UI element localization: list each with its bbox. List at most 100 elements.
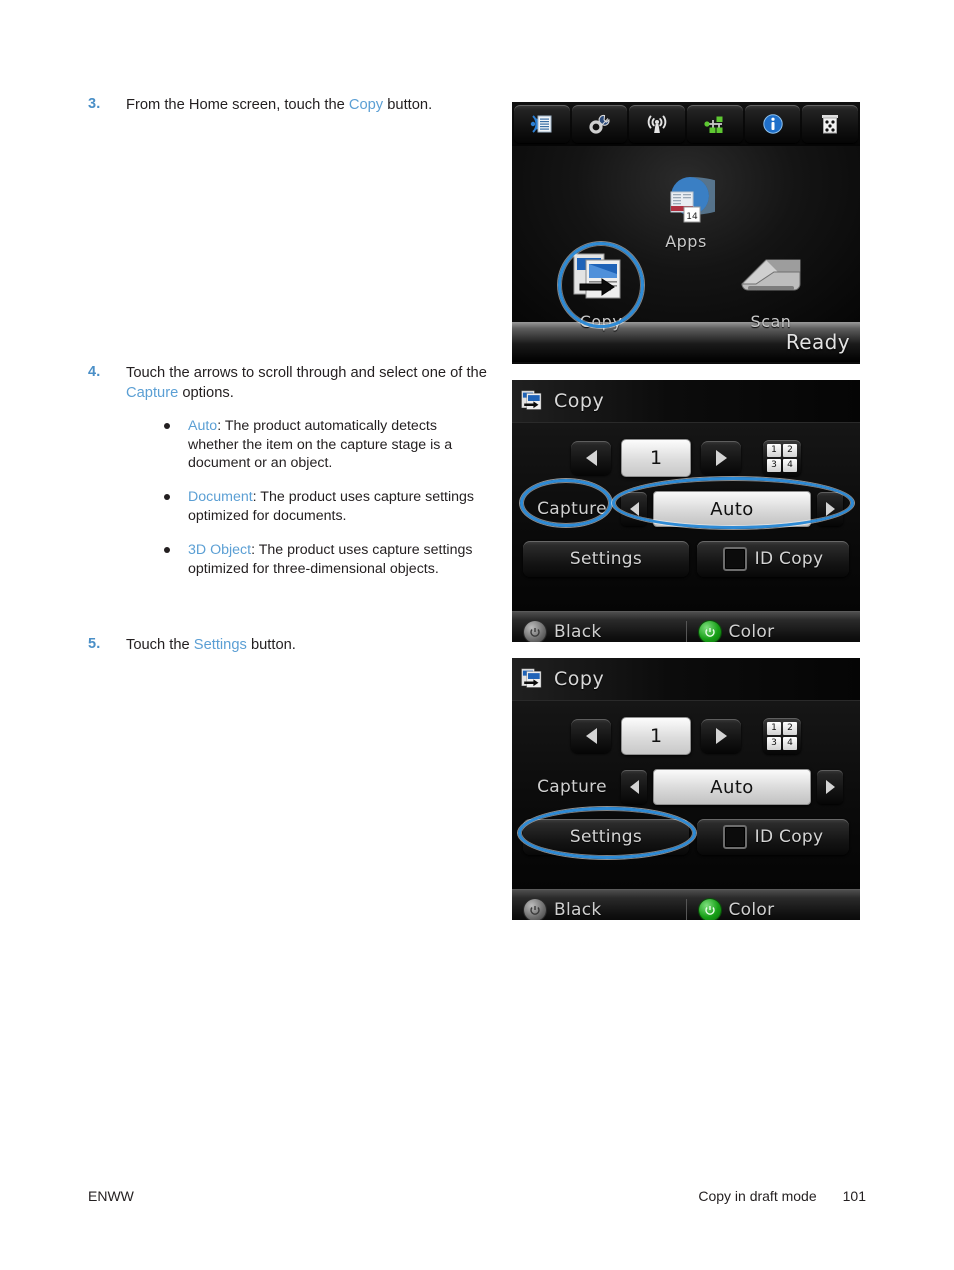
bullet-dot-icon bbox=[164, 423, 170, 430]
step-5-text-before: Touch the bbox=[126, 637, 194, 653]
home-tile-copy[interactable]: Copy bbox=[549, 242, 653, 331]
collate-cell: 3 bbox=[767, 459, 781, 472]
home-toolbar bbox=[512, 102, 860, 146]
collate-icon[interactable]: 1 2 3 4 bbox=[763, 440, 801, 476]
copy-screen-header: Copy bbox=[512, 380, 860, 423]
highlight-ring-copy bbox=[558, 242, 644, 328]
start-black-button[interactable]: Black bbox=[512, 899, 686, 920]
network-icon[interactable] bbox=[687, 105, 743, 143]
copy-count-value[interactable]: 1 bbox=[621, 439, 691, 477]
capture-prev-button[interactable] bbox=[621, 492, 647, 526]
collate-cell: 3 bbox=[767, 737, 781, 750]
page-number: 101 bbox=[842, 1188, 866, 1204]
step-5-text-after: button. bbox=[246, 637, 296, 653]
capture-value[interactable]: Auto bbox=[653, 769, 811, 805]
copy-count-row: 1 1 2 3 4 bbox=[520, 439, 852, 477]
copy-screen-title: Copy bbox=[554, 390, 605, 412]
copy-screen-header: Copy bbox=[512, 658, 860, 701]
capture-label: Capture bbox=[537, 499, 607, 519]
home-function-tiles: Copy Scan bbox=[512, 242, 860, 331]
start-color-label: Color bbox=[728, 622, 775, 642]
left-arrow-icon bbox=[629, 502, 639, 516]
id-copy-label: ID Copy bbox=[754, 827, 824, 847]
id-copy-checkbox[interactable] bbox=[722, 547, 747, 571]
copy-start-bar: Black Color bbox=[512, 611, 860, 642]
setup-wrench-gear-icon[interactable] bbox=[571, 105, 628, 143]
settings-button[interactable]: Settings bbox=[523, 819, 689, 855]
right-arrow-icon bbox=[715, 450, 727, 466]
collate-cell: 4 bbox=[783, 737, 797, 750]
id-copy-checkbox[interactable] bbox=[722, 825, 747, 849]
capture-label: Capture bbox=[537, 777, 607, 797]
screenshot-home-screen: 14 Apps Copy Scan Ready bbox=[512, 102, 860, 364]
start-black-label: Black bbox=[554, 622, 602, 642]
id-copy-button[interactable]: ID Copy bbox=[697, 819, 849, 855]
capture-options-list: Auto: The product automatically detects … bbox=[160, 417, 488, 578]
start-black-button[interactable]: Black bbox=[512, 621, 686, 642]
decrease-copies-button[interactable] bbox=[571, 719, 611, 753]
step-5-link-settings[interactable]: Settings bbox=[194, 637, 247, 653]
list-item: Document: The product uses capture setti… bbox=[160, 488, 488, 525]
supplies-ink-level-icon[interactable] bbox=[802, 105, 859, 143]
start-color-label: Color bbox=[728, 900, 775, 920]
status-text: Ready bbox=[785, 330, 850, 354]
copy-screen-body: 1 1 2 3 4 Capture Auto Settings ID Copy bbox=[512, 423, 860, 611]
collate-icon[interactable]: 1 2 3 4 bbox=[763, 718, 801, 754]
capture-prev-button[interactable] bbox=[621, 770, 647, 804]
option-desc-auto: : The product automatically detects whet… bbox=[188, 418, 453, 471]
copy-action-row: Settings ID Copy bbox=[520, 541, 852, 577]
page-footer: ENWW Copy in draft mode 101 bbox=[88, 1188, 866, 1204]
collate-cell: 1 bbox=[767, 722, 781, 735]
web-services-icon[interactable] bbox=[514, 105, 570, 143]
copy-action-row: Settings ID Copy bbox=[520, 819, 852, 855]
option-term-document: Document bbox=[188, 489, 253, 506]
copy-screen-body: 1 1 2 3 4 Capture Auto Settings ID Copy bbox=[512, 701, 860, 889]
copy-icon bbox=[521, 668, 542, 688]
step-4-number: 4. bbox=[88, 364, 101, 380]
step-3-number: 3. bbox=[88, 96, 101, 112]
start-color-button[interactable]: Color bbox=[685, 899, 861, 920]
start-color-icon bbox=[698, 621, 721, 642]
option-term-auto: Auto bbox=[188, 418, 218, 435]
information-icon[interactable] bbox=[744, 105, 801, 143]
step-3-text-before: From the Home screen, touch the bbox=[126, 97, 349, 113]
list-item: 3D Object: The product uses capture sett… bbox=[160, 541, 488, 578]
decrease-copies-button[interactable] bbox=[571, 441, 611, 475]
step-5: 5. Touch the Settings button. bbox=[88, 636, 488, 656]
capture-next-button[interactable] bbox=[817, 770, 843, 804]
step-4-text-before: Touch the arrows to scroll through and s… bbox=[126, 365, 487, 381]
document-page: 3. From the Home screen, touch the Copy … bbox=[0, 0, 954, 1270]
step-3-link-copy[interactable]: Copy bbox=[349, 97, 383, 113]
copy-start-bar: Black Color bbox=[512, 889, 860, 920]
start-black-icon bbox=[524, 899, 546, 920]
apps-label: Apps bbox=[665, 232, 707, 251]
step-4-text-after: options. bbox=[178, 384, 234, 401]
screenshot-copy-capture: Copy 1 1 2 3 4 Capture Auto Settings ID … bbox=[512, 380, 860, 642]
instruction-steps: 3. From the Home screen, touch the Copy … bbox=[88, 96, 488, 656]
step-5-number: 5. bbox=[88, 636, 101, 652]
id-copy-label: ID Copy bbox=[754, 549, 824, 569]
collate-cell: 2 bbox=[783, 444, 797, 457]
settings-button[interactable]: Settings bbox=[523, 541, 689, 577]
capture-next-button[interactable] bbox=[817, 492, 843, 526]
capture-row: Capture Auto bbox=[520, 491, 852, 527]
right-arrow-icon bbox=[715, 728, 727, 744]
step-3: 3. From the Home screen, touch the Copy … bbox=[88, 96, 488, 364]
apps-tile[interactable]: 14 Apps bbox=[512, 174, 860, 251]
home-tile-scan[interactable]: Scan bbox=[719, 250, 823, 331]
wireless-signal-icon[interactable] bbox=[629, 105, 686, 143]
start-black-icon bbox=[524, 621, 546, 642]
left-arrow-icon bbox=[585, 450, 597, 466]
copy-count-value[interactable]: 1 bbox=[621, 717, 691, 755]
apps-globe-icon: 14 bbox=[670, 177, 735, 223]
option-term-3d-object: 3D Object bbox=[188, 542, 252, 559]
step-4-link-capture[interactable]: Capture bbox=[126, 385, 178, 401]
increase-copies-button[interactable] bbox=[701, 441, 741, 475]
capture-value[interactable]: Auto bbox=[653, 491, 811, 527]
start-color-icon bbox=[698, 899, 721, 920]
home-screen-body: 14 Apps Copy Scan bbox=[512, 146, 860, 331]
bullet-dot-icon bbox=[164, 494, 170, 501]
start-color-button[interactable]: Color bbox=[685, 621, 861, 642]
id-copy-button[interactable]: ID Copy bbox=[697, 541, 849, 577]
increase-copies-button[interactable] bbox=[701, 719, 741, 753]
